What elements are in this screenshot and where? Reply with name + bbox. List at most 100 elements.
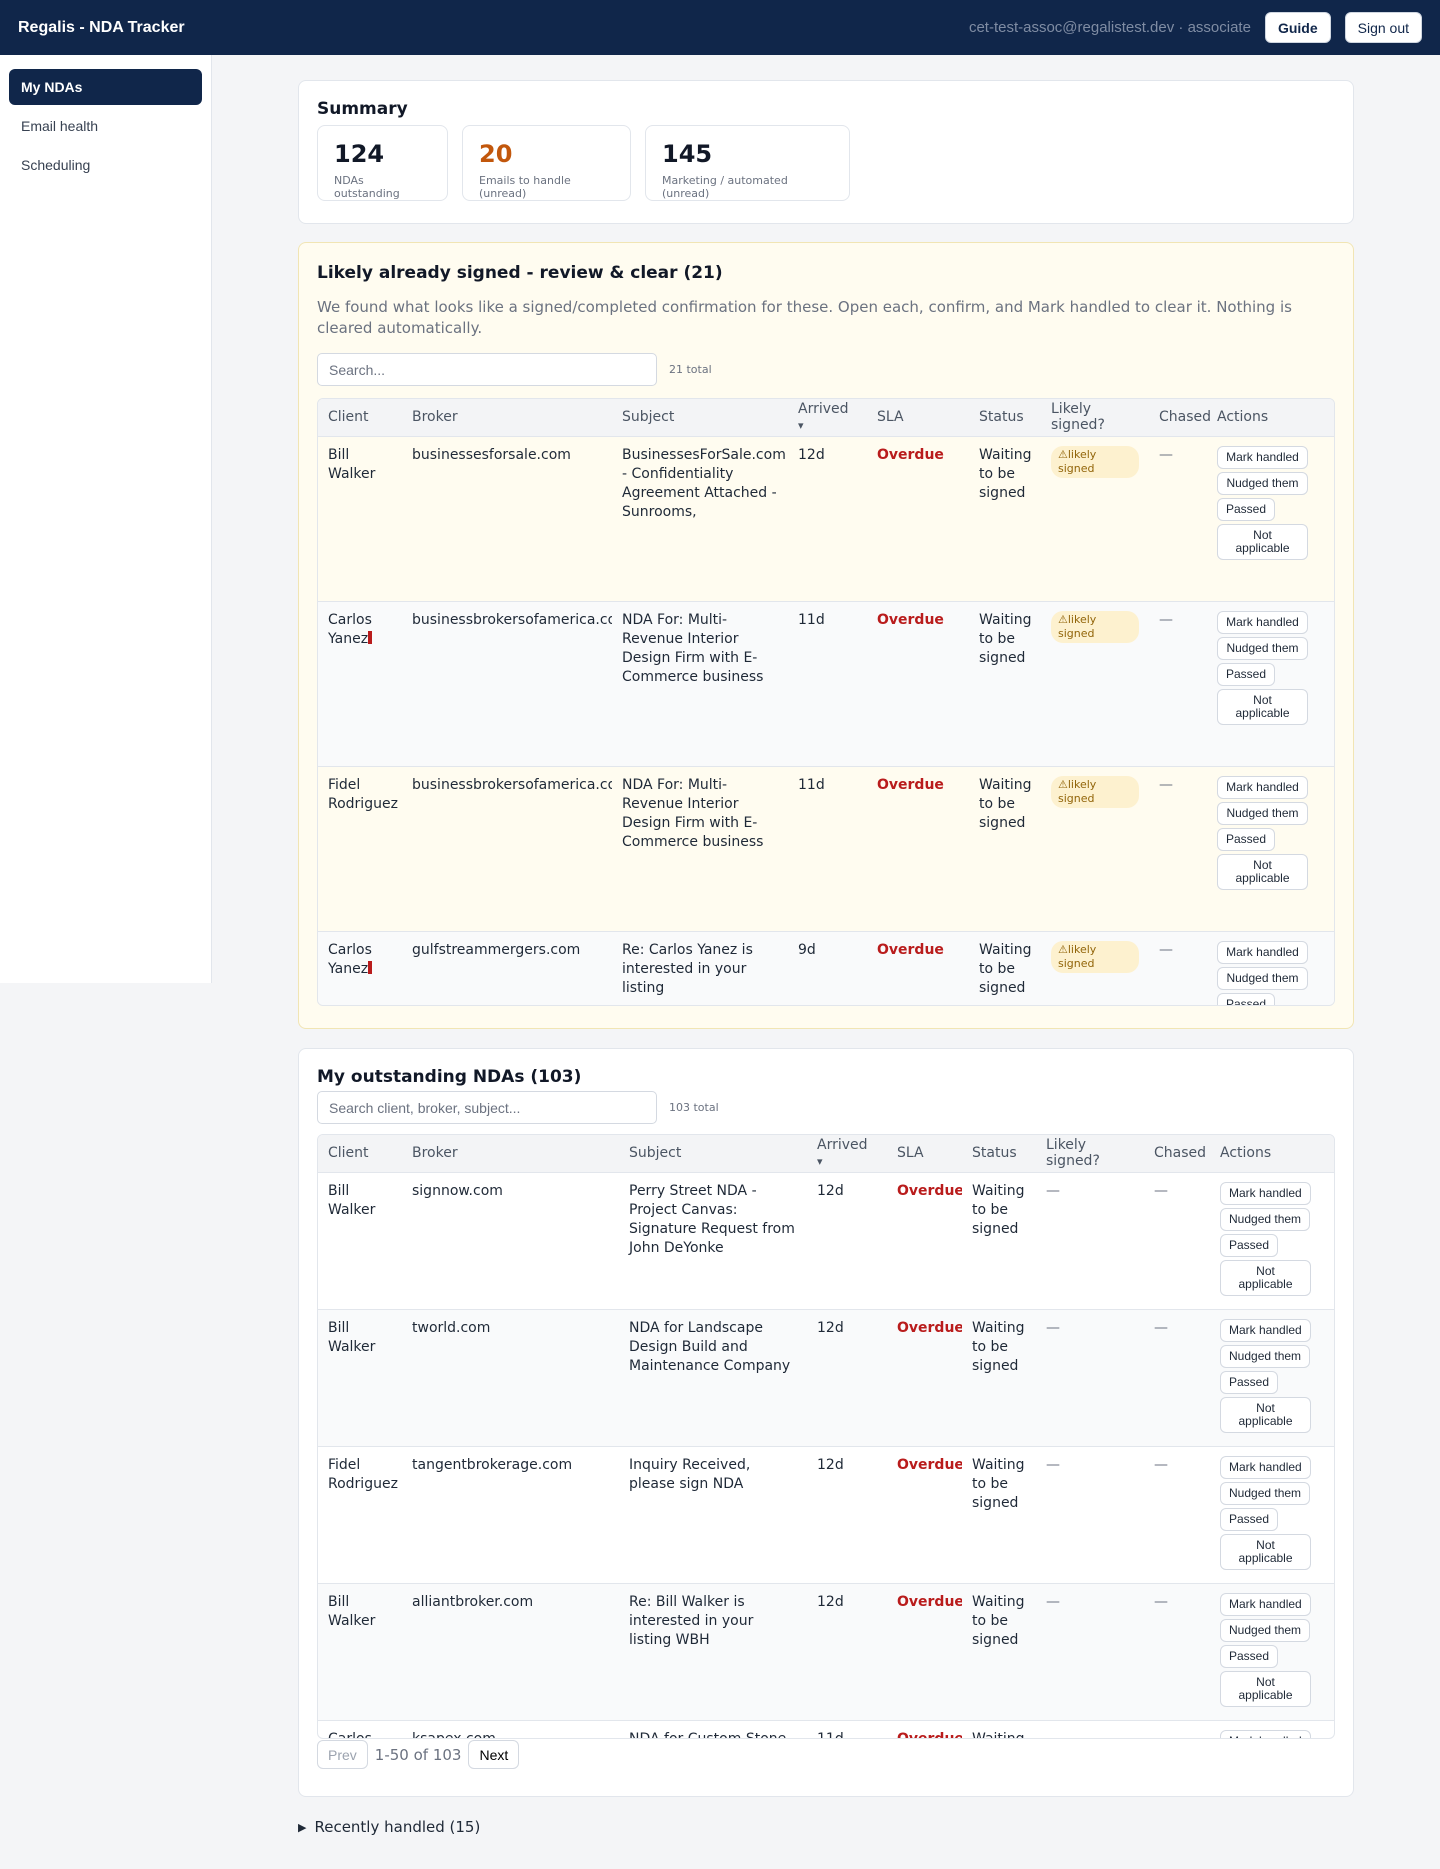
cell-actions: Mark handled Nudged them Passed Not appl… (1210, 1172, 1334, 1310)
nudged-them-button[interactable]: Nudged them (1220, 1481, 1311, 1505)
column-header-arrived[interactable]: Arrived ▾ (788, 399, 867, 437)
sidebar-item-scheduling[interactable]: Scheduling (9, 147, 202, 183)
not-applicable-button[interactable]: Not applicable (1220, 1259, 1311, 1296)
column-header-status[interactable]: Status (969, 399, 1041, 437)
column-header-client[interactable]: Client (318, 399, 402, 437)
nudged-them-button[interactable]: Nudged them (1220, 1207, 1311, 1231)
app-title: Regalis - NDA Tracker (18, 18, 185, 36)
passed-button[interactable]: Passed (1217, 827, 1276, 851)
column-header-likely-signed[interactable]: Likely signed? (1036, 1135, 1144, 1173)
likely-table: Client Broker Subject Arrived ▾ SLA Stat… (317, 398, 1335, 1006)
column-header-arrived[interactable]: Arrived ▾ (807, 1135, 887, 1173)
cell-sla: Overdue (887, 1720, 962, 1738)
summary-card: Summary 124 NDAs outstanding 20 Emails t… (298, 80, 1354, 224)
not-applicable-button[interactable]: Not applicable (1217, 523, 1308, 560)
sidebar-item-email-health[interactable]: Email health (9, 108, 202, 144)
cell-broker: businessbrokersofamerica.com (402, 766, 612, 932)
passed-button[interactable]: Passed (1217, 497, 1276, 521)
column-header-sla[interactable]: SLA (867, 399, 969, 437)
next-page-button[interactable]: Next (468, 1740, 520, 1769)
cell-sla: Overdue (887, 1309, 962, 1447)
cell-status: Waiting to be signed (969, 436, 1041, 602)
passed-button[interactable]: Passed (1220, 1233, 1279, 1257)
stat-ndas-outstanding: 124 NDAs outstanding (317, 125, 448, 201)
cell-actions: Mark handled Nudged them Passed Not appl… (1207, 931, 1334, 1005)
not-applicable-button[interactable]: Not applicable (1220, 1670, 1311, 1707)
passed-button[interactable]: Passed (1217, 662, 1276, 686)
table-row[interactable]: Carlos Yanez gulfstreammergers.com Re: C… (318, 931, 1334, 1005)
mark-handled-button[interactable]: Mark handled (1220, 1455, 1311, 1479)
cell-sla: Overdue (867, 931, 969, 1005)
cell-actions: Mark handled Nudged them Passed Not appl… (1207, 436, 1334, 602)
cell-chased: — (1149, 766, 1207, 932)
likely-search-input[interactable] (317, 353, 657, 386)
cell-sla: Overdue (867, 601, 969, 767)
mark-handled-button[interactable]: Mark handled (1220, 1592, 1311, 1616)
recently-handled-toggle[interactable]: ▶ Recently handled (15) (298, 1818, 480, 1836)
column-header-chased[interactable]: Chased (1149, 399, 1211, 437)
table-row[interactable]: Bill Walker tworld.com NDA for Landscape… (318, 1309, 1334, 1447)
cell-likely-signed: ⚠likely signed (1041, 766, 1149, 932)
cell-likely-signed: — (1036, 1720, 1144, 1738)
column-header-likely-signed[interactable]: Likely signed? (1041, 399, 1149, 437)
column-header-status[interactable]: Status (962, 1135, 1036, 1173)
passed-button[interactable]: Passed (1220, 1507, 1279, 1531)
table-row[interactable]: Fidel Rodriguez businessbrokersofamerica… (318, 766, 1334, 932)
not-applicable-button[interactable]: Not applicable (1220, 1396, 1311, 1433)
not-applicable-button[interactable]: Not applicable (1220, 1533, 1311, 1570)
table-row[interactable]: Bill Walker signnow.com Perry Street NDA… (318, 1172, 1334, 1310)
stat-emails-to-handle: 20 Emails to handle (unread) (462, 125, 631, 201)
not-applicable-button[interactable]: Not applicable (1217, 688, 1308, 725)
cell-chased: — (1144, 1720, 1210, 1738)
mark-handled-button[interactable]: Mark handled (1220, 1181, 1311, 1205)
cell-client: Carlos Yanez (318, 931, 402, 1005)
prev-page-button[interactable]: Prev (317, 1740, 368, 1769)
column-header-broker[interactable]: Broker (402, 1135, 619, 1173)
cell-broker: ksapex.com (402, 1720, 619, 1738)
sort-desc-icon: ▾ (798, 419, 804, 433)
sidebar-item-my-ndas[interactable]: My NDAs (9, 69, 202, 105)
table-row[interactable]: Carlos Yanez businessbrokersofamerica.co… (318, 601, 1334, 767)
sign-out-button[interactable]: Sign out (1344, 12, 1422, 43)
column-header-subject[interactable]: Subject (612, 399, 788, 437)
cell-chased: — (1149, 931, 1207, 1005)
mark-handled-button[interactable]: Mark handled (1217, 610, 1308, 634)
nudged-them-button[interactable]: Nudged them (1220, 1344, 1311, 1368)
passed-button[interactable]: Passed (1220, 1370, 1279, 1394)
likely-signed-intro: We found what looks like a signed/comple… (317, 298, 1292, 337)
nudged-them-button[interactable]: Nudged them (1217, 801, 1308, 825)
cell-status: Waiting to be signed (969, 601, 1041, 767)
mark-handled-button[interactable]: Mark handled (1217, 940, 1308, 964)
passed-button[interactable]: Passed (1217, 992, 1276, 1005)
table-header-row: Client Broker Subject Arrived ▾ SLA Stat… (318, 1135, 1334, 1173)
nudged-them-button[interactable]: Nudged them (1220, 1618, 1311, 1642)
table-row[interactable]: Fidel Rodriguez tangentbrokerage.com Inq… (318, 1446, 1334, 1584)
table-row[interactable]: Bill Walker businessesforsale.com Busine… (318, 436, 1334, 602)
column-header-sla[interactable]: SLA (887, 1135, 962, 1173)
cell-arrived: 12d (807, 1309, 887, 1447)
passed-button[interactable]: Passed (1220, 1644, 1279, 1668)
cell-actions: Mark handled Nudged them Passed Not appl… (1207, 601, 1334, 767)
table-row[interactable]: Bill Walker alliantbroker.com Re: Bill W… (318, 1583, 1334, 1721)
nudged-them-button[interactable]: Nudged them (1217, 471, 1308, 495)
mark-handled-button[interactable]: Mark handled (1217, 775, 1308, 799)
column-header-broker[interactable]: Broker (402, 399, 612, 437)
cell-subject: NDA For: Multi-Revenue Interior Design F… (612, 766, 788, 932)
not-applicable-button[interactable]: Not applicable (1217, 853, 1308, 890)
mark-handled-button[interactable]: Mark handled (1220, 1729, 1311, 1738)
nudged-them-button[interactable]: Nudged them (1217, 636, 1308, 660)
mark-handled-button[interactable]: Mark handled (1220, 1318, 1311, 1342)
column-header-chased[interactable]: Chased (1144, 1135, 1210, 1173)
cell-client: Fidel Rodriguez (318, 766, 402, 932)
column-header-subject[interactable]: Subject (619, 1135, 807, 1173)
nudged-them-button[interactable]: Nudged them (1217, 966, 1308, 990)
guide-button[interactable]: Guide (1264, 12, 1331, 43)
cell-arrived: 9d (788, 931, 867, 1005)
table-row[interactable]: Carlos Yanez ksapex.com NDA for Custom S… (318, 1720, 1334, 1738)
cell-broker: tworld.com (402, 1309, 619, 1447)
mark-handled-button[interactable]: Mark handled (1217, 445, 1308, 469)
column-header-client[interactable]: Client (318, 1135, 402, 1173)
likely-signed-badge: ⚠likely signed (1051, 940, 1139, 973)
cell-client: Bill Walker (318, 1309, 402, 1447)
outstanding-search-input[interactable] (317, 1091, 657, 1124)
